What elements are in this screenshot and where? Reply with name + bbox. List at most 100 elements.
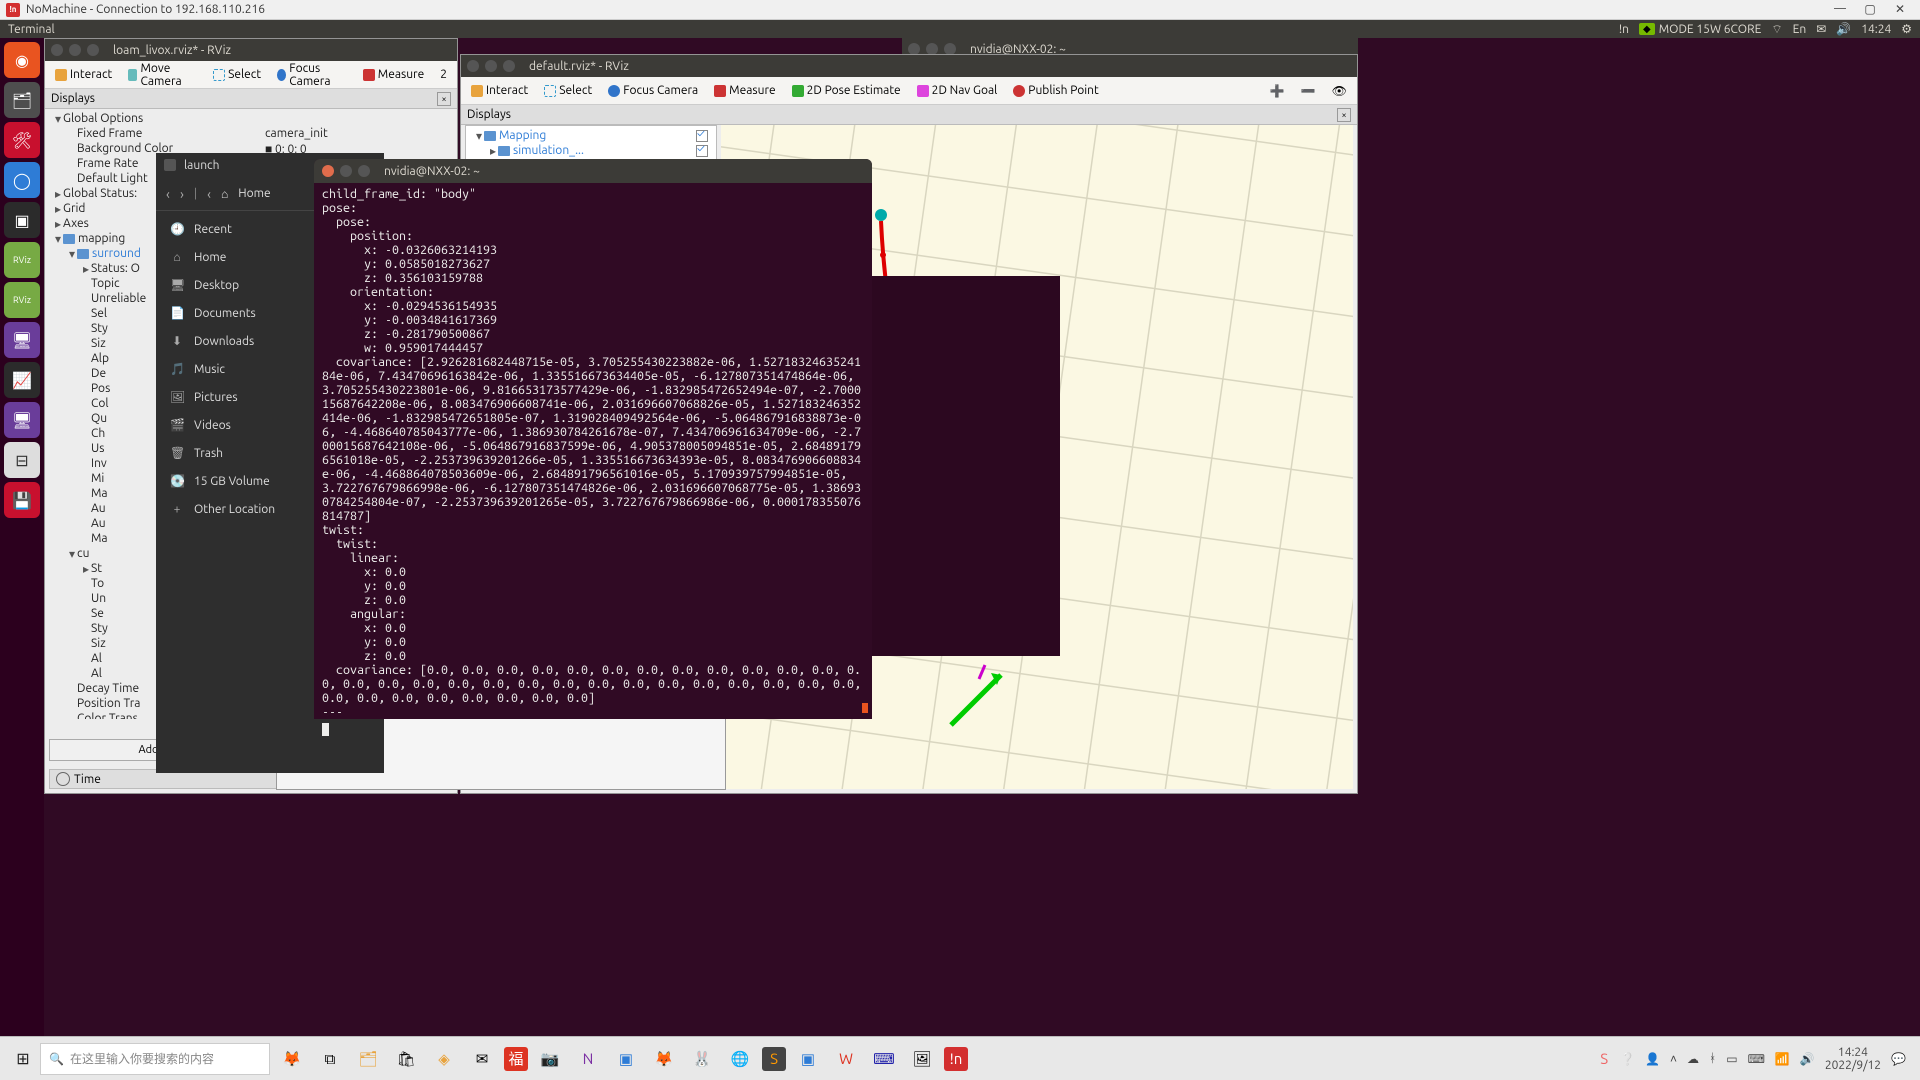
tray-people-icon[interactable]: 👤 — [1645, 1052, 1660, 1066]
tree-row[interactable]: Fixed Framecamera_init — [49, 126, 453, 141]
forward-icon[interactable]: › — [180, 186, 184, 202]
min-icon[interactable] — [485, 60, 497, 72]
tool-focus[interactable]: Focus Camera — [273, 60, 351, 90]
tool-2d-nav[interactable]: 2D Nav Goal — [913, 82, 1002, 99]
tool-select[interactable]: Select — [209, 66, 265, 83]
tool-eye-icon[interactable]: 👁 — [1328, 82, 1351, 100]
tool-measure[interactable]: Measure — [710, 82, 779, 99]
launcher-files-icon[interactable]: 🗂 — [4, 82, 40, 118]
tray-wifi-icon[interactable]: 📶 — [1775, 1052, 1790, 1066]
remote-desktop: Terminal !n ◆MODE 15W 6CORE ⌔ En ✉ 🔊 14:… — [0, 20, 1920, 1056]
mail-icon[interactable]: ✉ — [1816, 22, 1826, 36]
tree-row[interactable]: ▾Global Options — [49, 111, 453, 126]
taskbar-clock[interactable]: 14:24 2022/9/12 — [1825, 1046, 1881, 1072]
launcher-remote-icon[interactable]: 🖥 — [4, 322, 40, 358]
firefox-icon[interactable]: 🦊 — [648, 1043, 680, 1075]
rviz-right-displays-header: Displays × — [461, 105, 1357, 125]
minimize-button[interactable]: — — [1826, 2, 1854, 18]
launcher-ubuntu-icon[interactable]: ◉ — [4, 42, 40, 78]
tray-help-icon[interactable]: ❔ — [1620, 1052, 1635, 1066]
system-tray[interactable]: ❔ 👤 ˄ ☁ ᚼ ▭ ⌨ 📶 🔊 14:24 2022/9/12 💬 — [1620, 1046, 1914, 1072]
onenote-icon[interactable]: N — [572, 1043, 604, 1075]
launcher-rviz-icon[interactable]: RViz — [4, 242, 40, 278]
app2-icon[interactable]: 🐰 — [686, 1043, 718, 1075]
tool-2d-pose[interactable]: 2D Pose Estimate — [788, 82, 905, 99]
app3-icon[interactable]: ▣ — [792, 1043, 824, 1075]
launcher-save-icon[interactable]: 💾 — [4, 482, 40, 518]
close-icon[interactable] — [467, 60, 479, 72]
terminal-title: nvidia@NXX-02: ~ — [384, 165, 480, 178]
panel-close-icon[interactable]: × — [437, 92, 451, 106]
home-icon[interactable]: ⌂ — [221, 187, 228, 201]
rviz-right-titlebar[interactable]: default.rviz* - RViz — [461, 55, 1357, 77]
terminal-output[interactable]: child_frame_id: "body" pose: pose: posit… — [314, 183, 872, 723]
launcher-chromium-icon[interactable]: ◯ — [4, 162, 40, 198]
start-button[interactable]: ⊞ — [6, 1042, 40, 1076]
camera-icon[interactable]: 📷 — [534, 1043, 566, 1075]
close-icon[interactable] — [322, 165, 334, 177]
tray-battery-icon[interactable]: ▭ — [1726, 1052, 1737, 1066]
max-icon[interactable] — [358, 165, 370, 177]
wifi-icon[interactable]: ⌔ — [1771, 22, 1782, 37]
lang-indicator[interactable]: En — [1793, 23, 1807, 36]
max-icon[interactable] — [503, 60, 515, 72]
cortana-icon[interactable]: 🦊 — [276, 1043, 308, 1075]
tray-vol-icon[interactable]: 🔊 — [1800, 1052, 1815, 1066]
tool-more[interactable]: 2 — [436, 66, 451, 83]
tool-measure[interactable]: Measure — [359, 66, 428, 83]
min-icon[interactable] — [69, 44, 81, 56]
back-icon[interactable]: ‹ — [166, 186, 170, 202]
search-box[interactable]: 🔍 在这里输入你要搜索的内容 — [40, 1043, 270, 1075]
tray-ime-icon[interactable]: ⌨ — [1748, 1052, 1765, 1066]
app4-icon[interactable]: 🖼 — [906, 1043, 938, 1075]
store-icon[interactable]: 🛍 — [390, 1043, 422, 1075]
max-icon[interactable] — [87, 44, 99, 56]
launcher-drive-icon[interactable]: ⊟ — [4, 442, 40, 478]
app-red-icon[interactable]: 福 — [504, 1047, 528, 1071]
terminal-titlebar[interactable]: nvidia@NXX-02: ~ — [314, 159, 872, 183]
tool-publish[interactable]: Publish Point — [1009, 82, 1102, 99]
launcher-remote2-icon[interactable]: 🖥 — [4, 402, 40, 438]
launcher-terminal-icon[interactable]: ▣ — [4, 202, 40, 238]
tool-move-camera[interactable]: Move Camera — [124, 60, 201, 90]
app-icon[interactable]: ◈ — [428, 1043, 460, 1075]
maximize-button[interactable]: ▢ — [1856, 2, 1884, 18]
tray-cloud-icon[interactable]: ☁ — [1687, 1052, 1699, 1066]
edge-icon[interactable]: 🌐 — [724, 1043, 756, 1075]
nomachine-task-icon[interactable]: !n — [944, 1047, 968, 1071]
explorer-icon[interactable]: 🗂 — [352, 1043, 384, 1075]
tray-up-icon[interactable]: ˄ — [1670, 1052, 1677, 1066]
tray-app-icon[interactable]: S — [1588, 1043, 1620, 1075]
rviz-right-toolbar: Interact Select Focus Camera Measure 2D … — [461, 77, 1357, 105]
nomachine-tray-icon[interactable]: !n — [1619, 23, 1629, 36]
tree-row[interactable]: ▸simulation_... — [470, 143, 712, 158]
volume-icon[interactable]: 🔊 — [1836, 22, 1851, 36]
vscode-icon[interactable]: ⌨ — [868, 1043, 900, 1075]
home-label[interactable]: Home — [238, 187, 270, 200]
notifications-icon[interactable]: 💬 — [1891, 1052, 1906, 1066]
tray-bt-icon[interactable]: ᚼ — [1709, 1052, 1716, 1065]
tool-remove-icon[interactable]: ➖ — [1297, 82, 1320, 100]
sublime-icon[interactable]: S — [762, 1047, 786, 1071]
wps-icon[interactable]: W — [830, 1043, 862, 1075]
tool-interact[interactable]: Interact — [467, 82, 532, 99]
rviz-left-titlebar[interactable]: loam_livox.rviz* - RViz — [45, 39, 457, 61]
launcher-rviz2-icon[interactable]: RViz — [4, 282, 40, 318]
terminal-window[interactable]: nvidia@NXX-02: ~ child_frame_id: "body" … — [314, 159, 872, 719]
panel-close-icon[interactable]: × — [1337, 108, 1351, 122]
close-icon[interactable] — [51, 44, 63, 56]
tool-focus[interactable]: Focus Camera — [604, 82, 702, 99]
tool-interact[interactable]: Interact — [51, 66, 116, 83]
launcher-settings-icon[interactable]: 🛠 — [4, 122, 40, 158]
close-button[interactable]: ✕ — [1886, 2, 1914, 18]
tool-select[interactable]: Select — [540, 82, 596, 99]
tree-row[interactable]: ▾Mapping — [470, 128, 712, 143]
mail-icon[interactable]: ✉ — [466, 1043, 498, 1075]
min-icon[interactable] — [340, 165, 352, 177]
gear-icon[interactable]: ⚙ — [1901, 22, 1912, 36]
up-icon[interactable]: ‹ — [207, 186, 211, 202]
taskview-icon[interactable]: ⧉ — [314, 1043, 346, 1075]
tool-add-icon[interactable]: ➕ — [1266, 82, 1289, 100]
launcher-monitor-icon[interactable]: 📈 — [4, 362, 40, 398]
video-icon[interactable]: ▣ — [610, 1043, 642, 1075]
